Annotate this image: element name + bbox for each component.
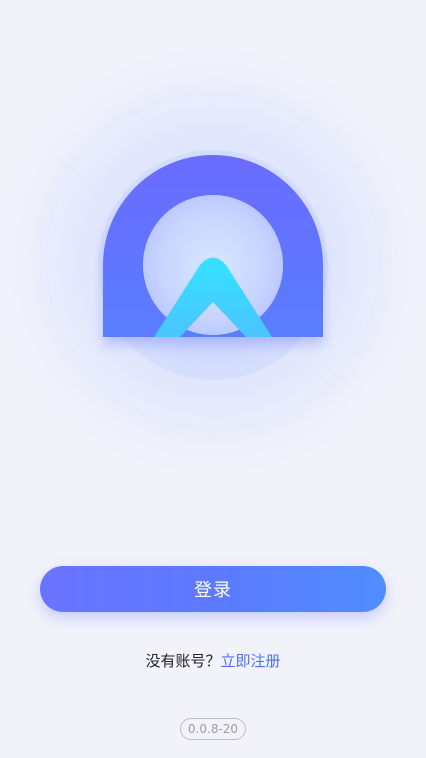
app-logo — [0, 0, 426, 520]
version-badge: 0.0.8-20 — [180, 718, 246, 740]
login-button[interactable]: 登录 — [40, 566, 386, 612]
app-logo-icon — [103, 155, 323, 345]
register-prompt-line: 没有账号？立即注册 — [0, 650, 426, 671]
register-now-link[interactable]: 立即注册 — [221, 652, 281, 670]
register-prompt-text: 没有账号？ — [145, 652, 221, 670]
